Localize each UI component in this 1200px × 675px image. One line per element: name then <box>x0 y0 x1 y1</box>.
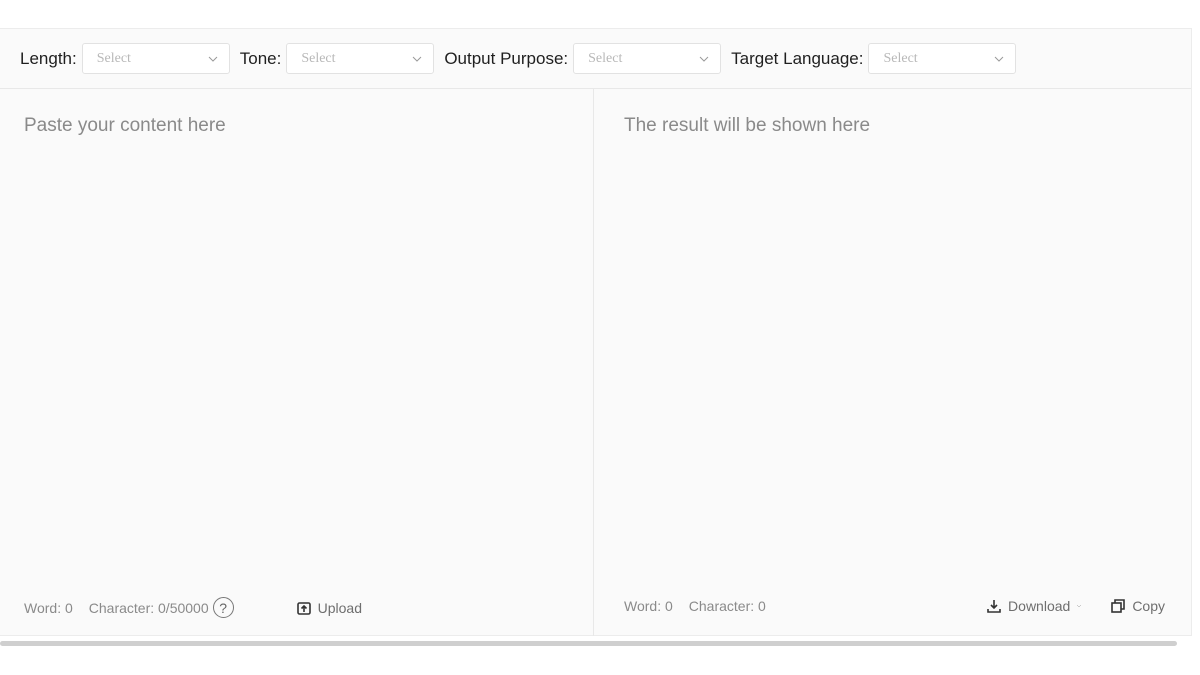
download-button[interactable]: Download <box>986 598 1088 614</box>
chevron-down-icon <box>411 53 423 65</box>
chevron-down-icon <box>207 53 219 65</box>
output-purpose-select[interactable]: Select <box>573 43 722 74</box>
download-icon <box>987 600 1001 613</box>
tone-select[interactable]: Select <box>286 43 435 74</box>
copy-label: Copy <box>1132 598 1165 614</box>
horizontal-scrollbar[interactable] <box>0 641 1177 646</box>
length-option: Length: Select <box>20 43 230 74</box>
editor-panes: Paste your content here Word: 0 Characte… <box>0 89 1191 636</box>
chevron-down-icon <box>698 53 710 65</box>
copy-icon <box>1111 599 1126 613</box>
input-placeholder[interactable]: Paste your content here <box>24 115 226 137</box>
target-language-select[interactable]: Select <box>868 43 1017 74</box>
upload-icon <box>296 601 311 615</box>
target-language-option: Target Language: Select <box>731 43 1017 74</box>
output-footer: Word: 0 Character: 0 Download Copy <box>594 598 1191 614</box>
output-character-count: Character: 0 <box>688 598 766 614</box>
length-label: Length: <box>20 48 77 68</box>
output-placeholder: The result will be shown here <box>624 115 871 136</box>
tone-label: Tone: <box>239 48 282 68</box>
input-pane[interactable]: Paste your content here Word: 0 Characte… <box>0 89 594 636</box>
length-select[interactable]: Select <box>81 43 230 74</box>
input-footer: Word: 0 Character: 0/50000 ? Upload <box>0 597 593 618</box>
output-word-count: Word: 0 <box>624 598 673 614</box>
chevron-down-icon <box>993 53 1005 65</box>
options-toolbar: Length: Select Tone: Select Output Purpo… <box>0 29 1191 89</box>
chevron-down-icon <box>1076 600 1088 612</box>
output-pane: The result will be shown here Word: 0 Ch… <box>594 89 1191 636</box>
input-character-count: Character: 0/50000 <box>88 599 209 616</box>
output-purpose-select-value: Select <box>588 50 623 66</box>
copy-button[interactable]: Copy <box>1110 598 1165 614</box>
help-icon[interactable]: ? <box>212 597 234 618</box>
upload-label: Upload <box>317 599 362 616</box>
target-language-select-value: Select <box>883 50 918 66</box>
output-purpose-label: Output Purpose: <box>444 48 569 68</box>
upload-button[interactable]: Upload <box>296 600 362 616</box>
length-select-value: Select <box>96 50 131 66</box>
input-word-count: Word: 0 <box>24 599 73 616</box>
download-label: Download <box>1008 598 1071 614</box>
tone-select-value: Select <box>301 50 336 66</box>
tone-option: Tone: Select <box>240 43 435 74</box>
rewriter-panel: Length: Select Tone: Select Output Purpo… <box>0 28 1192 636</box>
output-purpose-option: Output Purpose: Select <box>444 43 722 74</box>
target-language-label: Target Language: <box>731 48 864 68</box>
